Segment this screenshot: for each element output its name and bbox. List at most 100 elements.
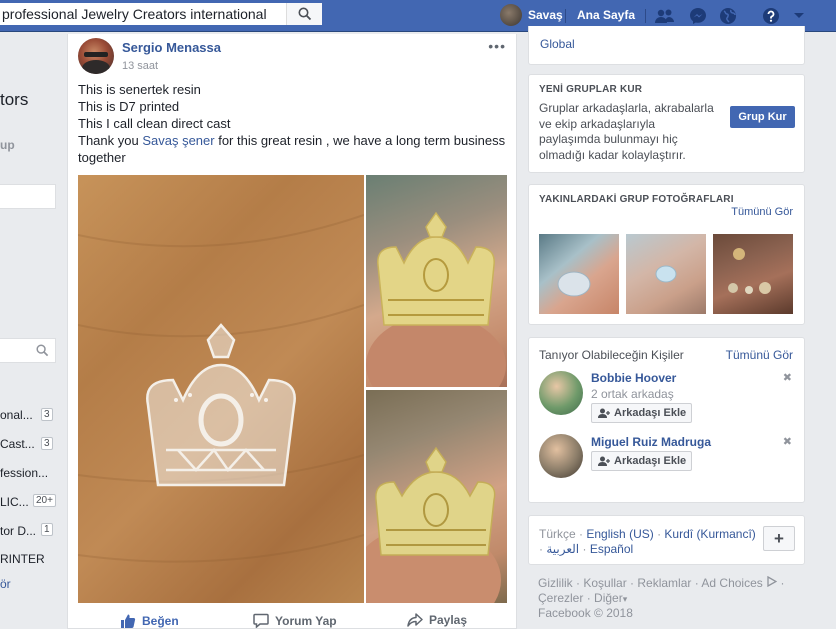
footer-link[interactable]: Diğer — [594, 591, 623, 605]
help-icon[interactable] — [761, 6, 781, 26]
thumbs-up-icon — [121, 614, 136, 628]
language-option[interactable]: Kurdî (Kurmancî) — [664, 527, 755, 541]
group-subtitle-fragment[interactable]: up — [0, 138, 15, 152]
divider — [645, 9, 646, 23]
nearby-photo-thumbnail[interactable] — [626, 234, 706, 314]
ad-choices-icon[interactable] — [766, 575, 778, 588]
globe-notifications-icon[interactable] — [718, 6, 738, 26]
person-name[interactable]: Miguel Ruiz Madruga — [591, 435, 711, 449]
count-badge: 20+ — [33, 494, 56, 507]
count-badge: 3 — [41, 437, 53, 450]
dismiss-icon[interactable]: ✖ — [783, 435, 792, 448]
messenger-icon[interactable] — [688, 6, 708, 26]
post-line: This I call clean direct cast — [78, 116, 231, 131]
feed-post: Sergio Menassa 13 saat ••• This is sener… — [67, 34, 517, 629]
group-list-item[interactable]: onal... — [0, 408, 33, 422]
post-line: Thank you Savaş şener for this great res… — [78, 133, 506, 165]
more-options-icon[interactable]: ••• — [488, 38, 506, 54]
comment-button[interactable]: Yorum Yap — [253, 613, 337, 628]
group-title-fragment[interactable]: tors — [0, 90, 28, 110]
post-author[interactable]: Sergio Menassa — [122, 40, 221, 55]
add-friend-button[interactable]: Arkadaşı Ekle — [591, 403, 692, 423]
count-badge: 1 — [41, 523, 53, 536]
language-option[interactable]: العربية — [546, 542, 579, 556]
user-mention[interactable]: Savaş şener — [142, 133, 214, 148]
person-name[interactable]: Bobbie Hoover — [591, 371, 676, 385]
share-button[interactable]: Paylaş — [407, 613, 467, 627]
like-button[interactable]: Beğen — [120, 613, 179, 629]
post-line: This is senertek resin — [78, 82, 201, 97]
home-link[interactable]: Ana Sayfa — [577, 8, 635, 22]
footer-link[interactable]: Koşullar — [583, 576, 626, 590]
see-all-photos-link[interactable]: Tümünü Gör — [731, 206, 793, 218]
card-header: YENİ GRUPLAR KUR — [539, 84, 643, 95]
left-input[interactable] — [0, 184, 56, 209]
add-friend-label: Arkadaşı Ekle — [614, 407, 687, 419]
person-avatar[interactable] — [539, 434, 583, 478]
see-all-people-link[interactable]: Tümünü Gör — [726, 348, 793, 362]
post-photo-resin-crown[interactable] — [78, 175, 364, 603]
dismiss-icon[interactable]: ✖ — [783, 371, 792, 384]
share-icon — [407, 613, 423, 627]
search-icon — [298, 7, 311, 21]
post-line: This is D7 printed — [78, 99, 180, 114]
global-link[interactable]: Global — [540, 37, 575, 51]
card-header: Tanıyor Olabileceğin Kişiler — [539, 348, 684, 362]
count-badge: 3 — [41, 408, 53, 421]
create-group-button[interactable]: Grup Kur — [730, 106, 795, 128]
language-option[interactable]: Español — [590, 542, 633, 556]
post-photo-gold-crown-2[interactable] — [366, 390, 507, 603]
search-button[interactable] — [286, 3, 322, 25]
people-you-may-know-card: Tanıyor Olabileceğin Kişiler Tümünü Gör … — [528, 337, 805, 503]
mutual-friends-count[interactable]: 2 ortak arkadaş — [591, 387, 674, 401]
footer-links: Gizlilik · Koşullar · Reklamlar · Ad Cho… — [538, 575, 785, 590]
current-language: Türkçe — [539, 527, 576, 541]
group-list-item[interactable]: fession... — [0, 466, 48, 480]
add-friend-button[interactable]: Arkadaşı Ekle — [591, 451, 692, 471]
footer-link[interactable]: Reklamlar — [637, 576, 691, 590]
add-language-button[interactable]: + — [763, 526, 795, 551]
add-friend-icon — [598, 456, 610, 466]
footer-link[interactable]: Ad Choices — [701, 576, 762, 590]
post-timestamp[interactable]: 13 saat — [122, 60, 158, 72]
footer-link[interactable]: Gizlilik — [538, 576, 573, 590]
search-input[interactable]: professional Jewelry Creators internatio… — [2, 6, 267, 22]
add-friend-label: Arkadaşı Ekle — [614, 455, 687, 467]
language-list: Türkçe · English (US) · Kurdî (Kurmancî)… — [539, 527, 756, 556]
like-label: Beğen — [142, 614, 179, 628]
add-friend-icon — [598, 408, 610, 418]
group-list-item[interactable]: LIC... — [0, 495, 29, 509]
comment-icon — [253, 613, 269, 628]
language-option[interactable]: English (US) — [586, 527, 653, 541]
user-avatar[interactable] — [500, 4, 522, 26]
search-icon — [36, 344, 49, 357]
search-box[interactable]: professional Jewelry Creators internatio… — [0, 3, 322, 25]
person-avatar[interactable] — [539, 371, 583, 415]
share-label: Paylaş — [429, 613, 468, 627]
left-search-input[interactable] — [0, 338, 56, 363]
nearby-photo-thumbnail[interactable] — [539, 234, 619, 314]
group-list-item[interactable]: RINTER — [0, 552, 45, 566]
divider — [565, 9, 566, 23]
comment-label: Yorum Yap — [275, 613, 337, 628]
card-header: YAKINLARDAKİ GRUP FOTOĞRAFLARI — [539, 194, 734, 205]
nearby-photos-card: YAKINLARDAKİ GRUP FOTOĞRAFLARI Tümünü Gö… — [528, 184, 805, 325]
post-photo-gold-crown-1[interactable] — [366, 175, 507, 387]
create-group-card: YENİ GRUPLAR KUR Gruplar arkadaşlarla, a… — [528, 74, 805, 173]
profile-link[interactable]: Savaş — [528, 8, 563, 22]
post-actions: Beğen Yorum Yap Paylaş — [68, 608, 518, 629]
post-body: This is senertek resin This is D7 printe… — [78, 81, 508, 166]
nearby-photo-thumbnail[interactable] — [713, 234, 793, 314]
account-menu-caret-icon[interactable] — [789, 6, 809, 26]
create-group-description: Gruplar arkadaşlarla, akrabalarla ve eki… — [539, 101, 714, 162]
group-list-item[interactable]: Cast... — [0, 437, 35, 451]
footer-link[interactable]: Çerezler — [538, 591, 583, 605]
caret-down-icon[interactable]: ▾ — [623, 594, 628, 604]
language-card: Türkçe · English (US) · Kurdî (Kurmancî)… — [528, 515, 805, 565]
group-list-item[interactable]: tor D... — [0, 524, 36, 538]
see-more-link[interactable]: ör — [0, 577, 11, 591]
author-avatar[interactable] — [78, 38, 114, 74]
friend-requests-icon[interactable] — [655, 6, 675, 26]
footer-links: Çerezler · Diğer▾ — [538, 591, 628, 605]
copyright: Facebook © 2018 — [538, 606, 633, 620]
